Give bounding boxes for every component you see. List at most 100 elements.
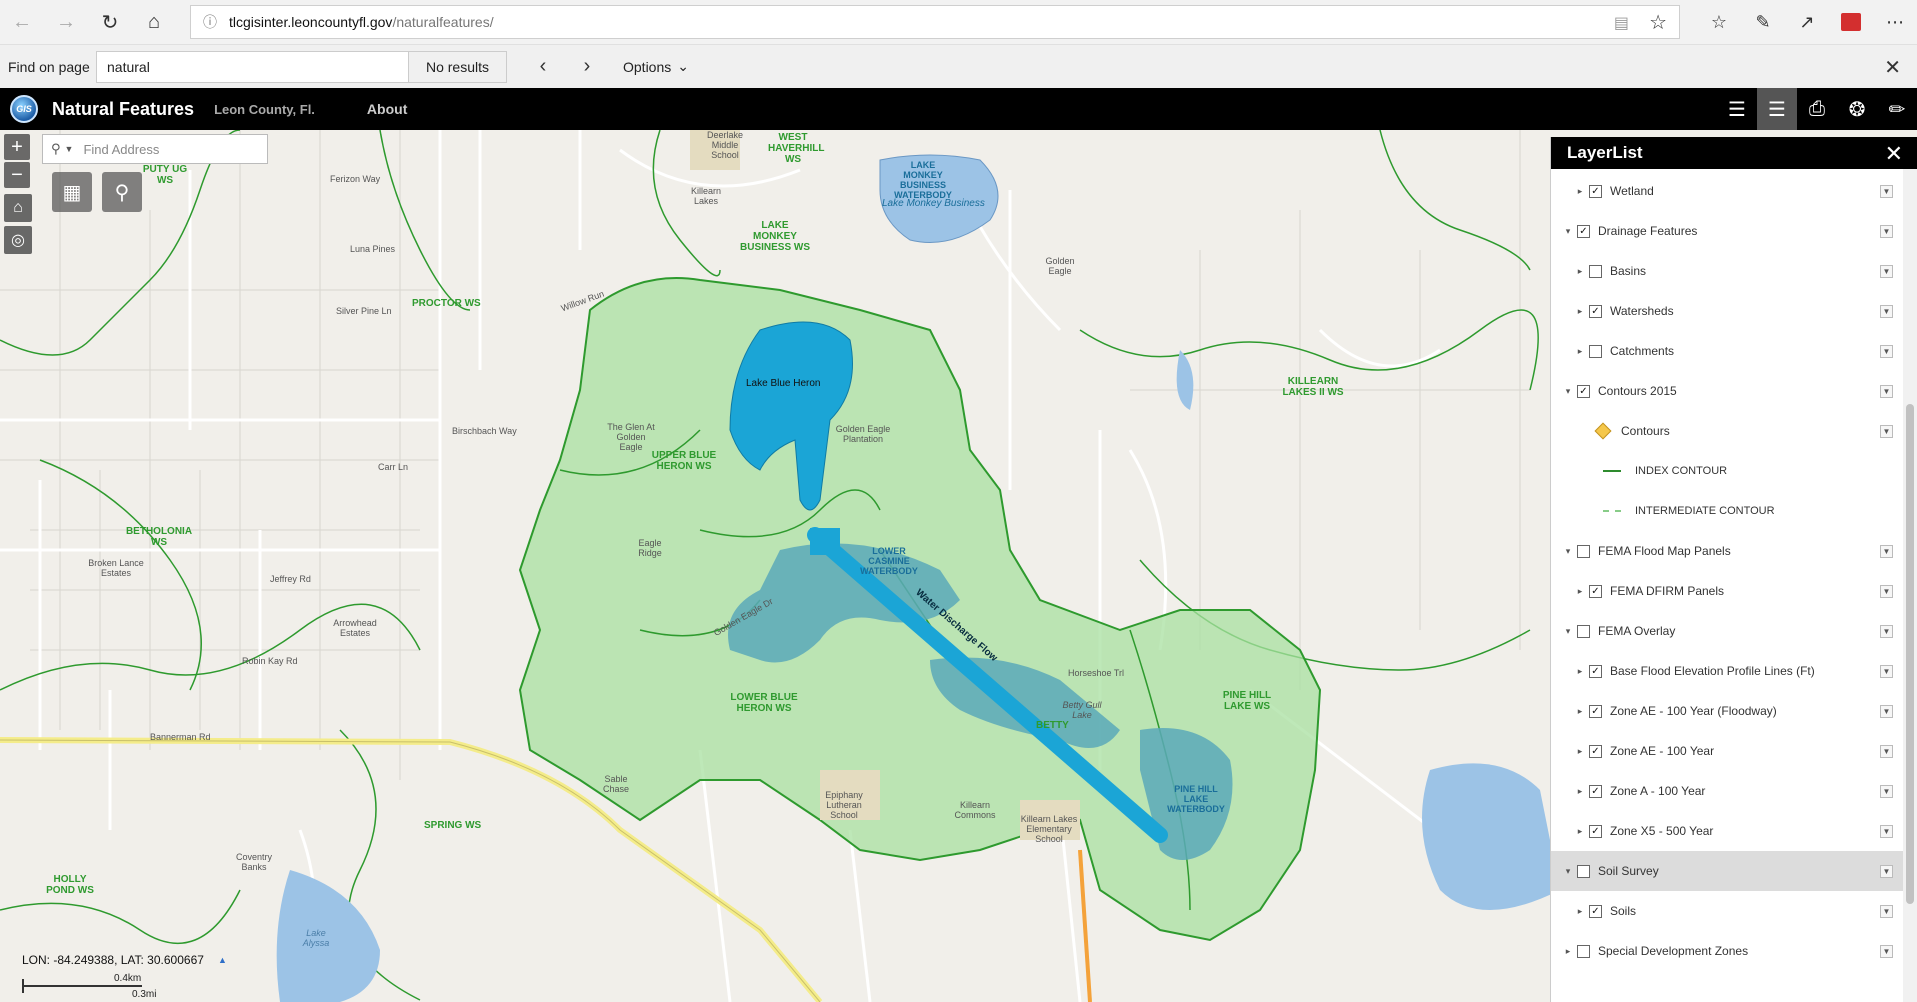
address-bar[interactable]: ⓘ tlcgisinter.leoncountyfl.gov/naturalfe… bbox=[190, 5, 1680, 39]
layer-row[interactable]: ▸ ✓ Wetland ▼ bbox=[1551, 171, 1903, 211]
layer-row[interactable]: ▸ ✓ Zone X5 - 500 Year ▼ bbox=[1551, 811, 1903, 851]
legend-list-icon[interactable]: ☰ bbox=[1717, 88, 1757, 130]
layer-checkbox[interactable]: ✓ bbox=[1589, 664, 1602, 678]
layer-menu-icon[interactable]: ▼ bbox=[1880, 624, 1893, 638]
panel-scrollbar[interactable] bbox=[1903, 169, 1917, 1002]
layer-row[interactable]: ▸ Special Development Zones ▼ bbox=[1551, 931, 1903, 971]
layer-row[interactable]: ▸ ✓ Zone AE - 100 Year ▼ bbox=[1551, 731, 1903, 771]
favorites-hub-icon[interactable]: ☆ bbox=[1697, 0, 1741, 44]
expand-closed-icon[interactable]: ▸ bbox=[1575, 346, 1585, 357]
expand-open-icon[interactable]: ▾ bbox=[1563, 386, 1573, 397]
layer-row[interactable]: ▾ FEMA Overlay ▼ bbox=[1551, 611, 1903, 651]
close-icon[interactable]: ✕ bbox=[1884, 55, 1901, 80]
layer-row[interactable]: ▾ ✓ Drainage Features ▼ bbox=[1551, 211, 1903, 251]
layer-menu-icon[interactable]: ▼ bbox=[1880, 864, 1893, 878]
info-icon[interactable]: ⓘ bbox=[203, 12, 217, 32]
reading-view-icon[interactable]: ▤ bbox=[1614, 13, 1629, 33]
expand-closed-icon[interactable]: ▸ bbox=[1575, 906, 1585, 917]
pen-icon[interactable]: ✎ bbox=[1741, 0, 1785, 44]
share-icon[interactable]: ↗ bbox=[1785, 0, 1829, 44]
layers-icon[interactable]: ☰ bbox=[1757, 88, 1797, 130]
layer-checkbox[interactable]: ✓ bbox=[1589, 584, 1602, 598]
expand-closed-icon[interactable]: ▸ bbox=[1575, 706, 1585, 717]
layer-checkbox[interactable]: ✓ bbox=[1589, 784, 1602, 798]
layer-row[interactable]: ▸ ✓ Soils ▼ bbox=[1551, 891, 1903, 931]
expand-closed-icon[interactable]: ▸ bbox=[1575, 186, 1585, 197]
layer-row[interactable]: ▾ FEMA Flood Map Panels ▼ bbox=[1551, 531, 1903, 571]
layer-checkbox[interactable]: ✓ bbox=[1589, 184, 1602, 198]
widget-grid-icon[interactable]: ▦ bbox=[52, 172, 92, 212]
find-next-icon[interactable]: › bbox=[565, 45, 609, 89]
layer-row[interactable]: ▸ ✓ Zone AE - 100 Year (Floodway) ▼ bbox=[1551, 691, 1903, 731]
layer-menu-icon[interactable]: ▼ bbox=[1880, 264, 1893, 278]
layer-checkbox[interactable] bbox=[1577, 624, 1590, 638]
layer-checkbox[interactable]: ✓ bbox=[1577, 384, 1590, 398]
layer-menu-icon[interactable]: ▼ bbox=[1880, 584, 1893, 598]
layer-checkbox[interactable]: ✓ bbox=[1589, 704, 1602, 718]
find-input[interactable]: natural bbox=[96, 50, 409, 83]
close-icon[interactable]: ✕ bbox=[1885, 141, 1903, 167]
address-search[interactable]: ⚲ ▼ Find Address bbox=[42, 134, 268, 164]
layer-menu-icon[interactable]: ▼ bbox=[1880, 424, 1893, 438]
layer-row[interactable]: ▾ Soil Survey ▼ bbox=[1551, 851, 1903, 891]
layer-row[interactable]: ▸ ✓ FEMA DFIRM Panels ▼ bbox=[1551, 571, 1903, 611]
expand-open-icon[interactable]: ▾ bbox=[1563, 866, 1573, 877]
layer-menu-icon[interactable]: ▼ bbox=[1880, 664, 1893, 678]
home-icon[interactable]: ⌂ bbox=[132, 0, 176, 44]
layer-row[interactable]: ▸ ✓ Zone A - 100 Year ▼ bbox=[1551, 771, 1903, 811]
layer-menu-icon[interactable]: ▼ bbox=[1880, 944, 1893, 958]
layer-checkbox[interactable]: ✓ bbox=[1589, 304, 1602, 318]
expand-closed-icon[interactable]: ▸ bbox=[1575, 826, 1585, 837]
expand-closed-icon[interactable]: ▸ bbox=[1575, 666, 1585, 677]
layer-menu-icon[interactable]: ▼ bbox=[1880, 384, 1893, 398]
expand-open-icon[interactable]: ▾ bbox=[1563, 626, 1573, 637]
layer-menu-icon[interactable]: ▼ bbox=[1880, 904, 1893, 918]
expand-closed-icon[interactable]: ▸ bbox=[1575, 786, 1585, 797]
layer-row[interactable]: ▸ ✓ Base Flood Elevation Profile Lines (Ft… bbox=[1551, 651, 1903, 691]
layer-checkbox[interactable] bbox=[1577, 944, 1590, 958]
coords-toggle-icon[interactable]: ▲ bbox=[218, 955, 227, 965]
layer-menu-icon[interactable]: ▼ bbox=[1880, 544, 1893, 558]
expand-closed-icon[interactable]: ▸ bbox=[1575, 306, 1585, 317]
expand-closed-icon[interactable]: ▸ bbox=[1575, 746, 1585, 757]
forward-icon[interactable]: → bbox=[44, 0, 88, 44]
layer-checkbox[interactable]: ✓ bbox=[1589, 904, 1602, 918]
measure-icon[interactable]: ✏ bbox=[1877, 88, 1917, 130]
search-tool-icon[interactable]: ⚲ bbox=[102, 172, 142, 212]
zoom-in-icon[interactable]: + bbox=[4, 134, 30, 160]
expand-closed-icon[interactable]: ▸ bbox=[1575, 586, 1585, 597]
panel-scrollbar-thumb[interactable] bbox=[1906, 404, 1914, 904]
layer-checkbox[interactable]: ✓ bbox=[1589, 824, 1602, 838]
layer-menu-icon[interactable]: ▼ bbox=[1880, 824, 1893, 838]
locate-icon[interactable]: ◎ bbox=[4, 226, 32, 254]
layer-checkbox[interactable] bbox=[1589, 344, 1602, 358]
expand-closed-icon[interactable]: ▸ bbox=[1563, 946, 1573, 957]
layer-menu-icon[interactable]: ▼ bbox=[1880, 704, 1893, 718]
home-extent-icon[interactable]: ⌂ bbox=[4, 194, 32, 222]
more-icon[interactable]: ⋯ bbox=[1873, 0, 1917, 44]
layer-checkbox[interactable]: ✓ bbox=[1589, 744, 1602, 758]
layer-menu-icon[interactable]: ▼ bbox=[1880, 224, 1893, 238]
layer-checkbox[interactable]: ✓ bbox=[1577, 224, 1590, 238]
layer-menu-icon[interactable]: ▼ bbox=[1880, 744, 1893, 758]
layer-menu-icon[interactable]: ▼ bbox=[1880, 304, 1893, 318]
expand-open-icon[interactable]: ▾ bbox=[1563, 226, 1573, 237]
layer-row[interactable]: ▾ ✓ Contours 2015 ▼ bbox=[1551, 371, 1903, 411]
print-icon[interactable]: ⎙ bbox=[1797, 88, 1837, 130]
layer-menu-icon[interactable]: ▼ bbox=[1880, 344, 1893, 358]
layer-menu-icon[interactable]: ▼ bbox=[1880, 784, 1893, 798]
layer-row[interactable]: ▸ ✓ Watersheds ▼ bbox=[1551, 291, 1903, 331]
layer-row[interactable]: Contours ▼ bbox=[1551, 411, 1903, 451]
favorite-star-icon[interactable]: ☆ bbox=[1649, 10, 1667, 35]
find-options-button[interactable]: Options ⌄ bbox=[623, 58, 689, 75]
layer-checkbox[interactable] bbox=[1577, 544, 1590, 558]
layer-menu-icon[interactable]: ▼ bbox=[1880, 184, 1893, 198]
basemap-icon[interactable]: ❂ bbox=[1837, 88, 1877, 130]
back-icon[interactable]: ← bbox=[0, 0, 44, 44]
extension-icon[interactable] bbox=[1829, 0, 1873, 44]
caret-down-icon[interactable]: ▼ bbox=[65, 144, 74, 154]
layer-checkbox[interactable] bbox=[1577, 864, 1590, 878]
layer-checkbox[interactable] bbox=[1589, 264, 1602, 278]
find-prev-icon[interactable]: ‹ bbox=[521, 45, 565, 89]
about-link[interactable]: About bbox=[367, 101, 407, 117]
